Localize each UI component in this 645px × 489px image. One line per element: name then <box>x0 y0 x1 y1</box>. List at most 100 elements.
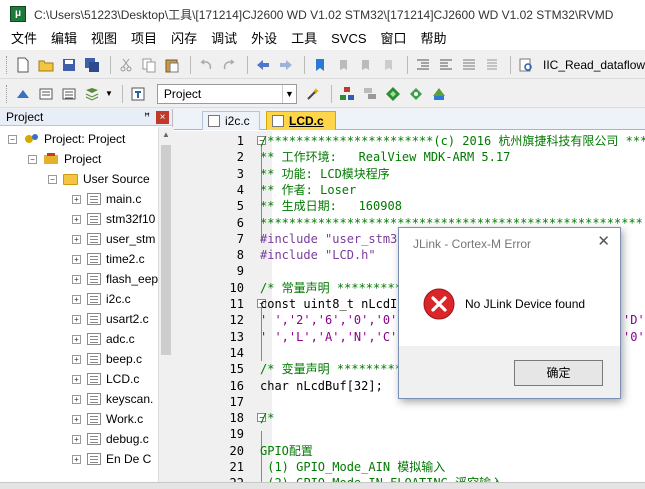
menu-project[interactable]: 项目 <box>124 28 164 50</box>
rebuild-icon[interactable] <box>59 84 79 104</box>
expand-icon[interactable]: + <box>72 194 81 204</box>
cut-icon[interactable] <box>116 55 136 75</box>
new-file-icon[interactable] <box>13 55 33 75</box>
file-extensions-icon[interactable] <box>360 84 380 104</box>
expand-icon[interactable]: + <box>72 394 81 404</box>
menu-peripherals[interactable]: 外设 <box>244 28 284 50</box>
expand-icon[interactable]: + <box>72 454 81 464</box>
tree-item-file[interactable]: + flash_eep <box>72 269 158 289</box>
build-icon[interactable] <box>36 84 56 104</box>
save-all-icon[interactable] <box>82 55 102 75</box>
code-line[interactable]: ** 工作环境: RealView MDK-ARM 5.17 <box>260 149 510 165</box>
download-load-icon[interactable] <box>128 84 148 104</box>
prev-bookmark-icon[interactable] <box>333 55 353 75</box>
undo-icon[interactable] <box>196 55 216 75</box>
collapse-icon[interactable]: − <box>48 174 57 184</box>
code-line[interactable]: char nLcdBuf[32]; <box>260 378 383 394</box>
menu-help[interactable]: 帮助 <box>414 28 454 50</box>
menu-edit[interactable]: 编辑 <box>44 28 84 50</box>
tree-item-file[interactable]: + i2c.c <box>72 289 131 309</box>
code-line[interactable]: ' ','2','6','0','0', <box>260 312 405 328</box>
tree-item-file[interactable]: + main.c <box>72 189 141 209</box>
next-bookmark-icon[interactable] <box>356 55 376 75</box>
code-line[interactable]: ** 作者: Loser <box>260 182 356 198</box>
code-line[interactable]: /***********************(c) 2016 杭州旗捷科技有… <box>260 133 645 149</box>
ok-button[interactable]: 确定 <box>514 360 603 386</box>
unindent-icon[interactable] <box>436 55 456 75</box>
tree-item-file[interactable]: + En De C <box>72 449 151 469</box>
close-icon[interactable]: ✕ <box>597 234 610 250</box>
tree-scrollbar[interactable]: ▲ <box>158 127 173 489</box>
expand-icon[interactable]: + <box>72 334 81 344</box>
expand-icon[interactable]: + <box>72 294 81 304</box>
options-wand-icon[interactable] <box>303 84 323 104</box>
expand-icon[interactable]: + <box>72 374 81 384</box>
translate-icon[interactable] <box>13 84 33 104</box>
uncomment-icon[interactable] <box>482 55 502 75</box>
manage-components-icon[interactable] <box>383 84 403 104</box>
pin-icon[interactable]: ꟸ <box>144 112 150 123</box>
tree-item-file[interactable]: + stm32f10 <box>72 209 155 229</box>
nav-back-icon[interactable] <box>253 55 273 75</box>
tree-item-file[interactable]: + beep.c <box>72 349 142 369</box>
tab-lcd-c[interactable]: LCD.c <box>266 111 336 130</box>
chevron-down-icon[interactable]: ▼ <box>281 84 296 103</box>
tree-item-file[interactable]: + time2.c <box>72 249 145 269</box>
manage-project-icon[interactable] <box>337 84 357 104</box>
find-in-files-icon[interactable] <box>516 55 536 75</box>
target-select[interactable]: Project ▼ <box>156 83 297 104</box>
menu-svcs[interactable]: SVCS <box>324 28 373 50</box>
dropdown-arrow-icon[interactable]: ▼ <box>105 89 113 98</box>
code-line[interactable]: /* <box>260 410 274 426</box>
copy-icon[interactable] <box>139 55 159 75</box>
find-function-label[interactable]: IIC_Read_dataflow <box>543 58 645 72</box>
close-icon[interactable]: × <box>156 110 169 124</box>
expand-icon[interactable]: + <box>72 214 81 224</box>
clear-bookmarks-icon[interactable] <box>379 55 399 75</box>
open-folder-icon[interactable] <box>36 55 56 75</box>
redo-icon[interactable] <box>219 55 239 75</box>
expand-icon[interactable]: + <box>72 434 81 444</box>
code-line[interactable]: GPIO配置 <box>260 443 313 459</box>
menu-tools[interactable]: 工具 <box>284 28 324 50</box>
tree-item-target[interactable]: − Project <box>28 149 101 169</box>
expand-icon[interactable]: + <box>72 274 81 284</box>
code-line[interactable]: (1) GPIO_Mode_AIN 模拟输入 <box>260 459 445 475</box>
tree-item-group[interactable]: − User Source <box>48 169 150 189</box>
collapse-icon[interactable]: − <box>28 154 37 164</box>
expand-icon[interactable]: + <box>72 414 81 424</box>
toolbar-grip[interactable] <box>6 55 9 74</box>
tree-item-file[interactable]: + user_stm <box>72 229 155 249</box>
expand-icon[interactable]: + <box>72 314 81 324</box>
code-line[interactable]: ** 生成日期: 160908 <box>260 198 402 214</box>
expand-icon[interactable]: + <box>72 254 81 264</box>
tree-item-project-root[interactable]: − Project: Project <box>8 129 125 149</box>
tree-item-file[interactable]: + keyscan. <box>72 389 153 409</box>
tree-item-file[interactable]: + debug.c <box>72 429 149 449</box>
menu-flash[interactable]: 闪存 <box>164 28 204 50</box>
nav-forward-icon[interactable] <box>276 55 296 75</box>
expand-icon[interactable]: + <box>72 234 81 244</box>
menu-file[interactable]: 文件 <box>4 28 44 50</box>
expand-icon[interactable]: + <box>72 354 81 364</box>
code-line[interactable]: #include "LCD.h" <box>260 247 376 263</box>
scroll-thumb[interactable] <box>161 145 171 355</box>
comment-icon[interactable] <box>459 55 479 75</box>
tree-item-file[interactable]: + LCD.c <box>72 369 139 389</box>
save-icon[interactable] <box>59 55 79 75</box>
select-packs-icon[interactable] <box>406 84 426 104</box>
indent-icon[interactable] <box>413 55 433 75</box>
menu-view[interactable]: 视图 <box>84 28 124 50</box>
code-line[interactable]: const uint8_t nLcdIn <box>260 296 405 312</box>
tree-item-file[interactable]: + usart2.c <box>72 309 149 329</box>
tree-item-file[interactable]: + adc.c <box>72 329 135 349</box>
menu-debug[interactable]: 调试 <box>204 28 244 50</box>
tab-i2c-c[interactable]: i2c.c <box>202 111 260 130</box>
bookmark-icon[interactable] <box>310 55 330 75</box>
collapse-icon[interactable]: − <box>8 134 17 144</box>
toolbar-grip[interactable] <box>6 84 9 103</box>
tree-item-file[interactable]: + Work.c <box>72 409 143 429</box>
scroll-up-icon[interactable]: ▲ <box>159 127 173 142</box>
paste-icon[interactable] <box>162 55 182 75</box>
code-line[interactable]: ** 功能: LCD模块程序 <box>260 166 390 182</box>
